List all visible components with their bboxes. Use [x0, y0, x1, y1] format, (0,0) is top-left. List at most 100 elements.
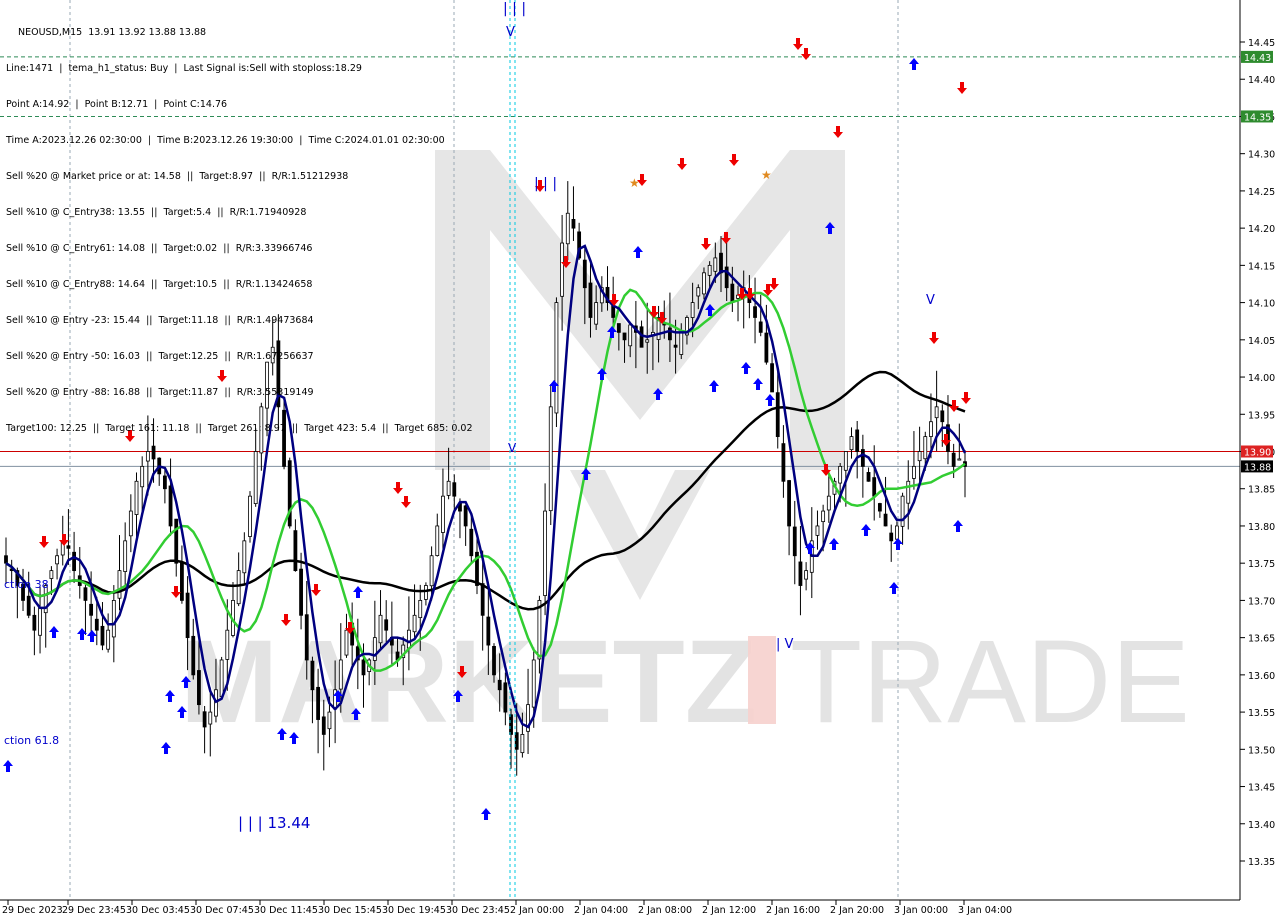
price-tick-label: 14.05 — [1248, 336, 1275, 347]
wave-mark-top: | | | — [503, 1, 526, 17]
candle-body — [838, 465, 843, 484]
watermark-right-text: TRADE — [790, 616, 1190, 748]
candle-body — [321, 716, 326, 735]
candle-body — [565, 212, 570, 245]
info-line: Point A:14.92 | Point B:12.71 | Point C:… — [6, 99, 228, 110]
candle-body — [225, 629, 230, 660]
candle-body — [843, 451, 848, 471]
candle-body — [906, 480, 911, 504]
time-tick-label: 29 Dec 23:45 — [62, 905, 126, 916]
time-tick-label: 3 Jan 00:00 — [894, 905, 948, 916]
candle-body — [89, 603, 94, 616]
candle-body — [588, 282, 593, 318]
candle-body — [106, 629, 111, 650]
time-tick-label: 2 Jan 08:00 — [638, 905, 692, 916]
candle-body — [872, 477, 877, 497]
candle-body — [770, 363, 774, 393]
candle-body — [117, 570, 122, 599]
candle-body — [128, 510, 133, 537]
candle-body — [713, 257, 718, 272]
candle-body — [548, 406, 553, 512]
candle-body — [934, 406, 939, 419]
candle-body — [775, 392, 780, 438]
candle-body — [316, 686, 321, 720]
time-tick-label: 30 Dec 23:45 — [446, 905, 510, 916]
candle-body — [900, 495, 905, 527]
candle-body — [957, 458, 962, 461]
candle-body — [543, 510, 547, 596]
wave-low-label: | | | 13.44 — [238, 814, 310, 832]
candle-body — [758, 321, 763, 333]
candle-body — [531, 659, 536, 708]
price-tick-label: 13.35 — [1248, 857, 1275, 868]
candle-body — [452, 482, 457, 497]
price-tick-label: 14.45 — [1248, 38, 1275, 49]
candle-body — [912, 465, 916, 479]
candle-body — [406, 629, 411, 649]
price-tick-label: 13.85 — [1248, 485, 1275, 496]
candle-body — [679, 331, 684, 355]
candle-body — [174, 518, 179, 564]
symbol-line: NEOUSD,M15 13.91 13.92 13.88 13.88 — [18, 27, 207, 38]
candle-body — [185, 592, 190, 639]
candle-body — [860, 449, 865, 467]
candle-body — [83, 587, 88, 601]
star-icon: ★ — [629, 176, 640, 190]
candle-body — [299, 568, 303, 616]
candle-body — [219, 659, 224, 698]
level-price-text: 14.35 — [1244, 112, 1271, 123]
candle-body — [821, 510, 826, 523]
candle-body — [628, 324, 633, 347]
candle-body — [486, 616, 491, 646]
time-tick-label: 2 Jan 04:00 — [574, 905, 628, 916]
star-icon: ★ — [761, 168, 772, 182]
last-price-text: 13.88 — [1244, 462, 1271, 473]
info-line: Line:1471 | tema_h1_status: Buy | Last S… — [6, 63, 362, 74]
candle-body — [622, 332, 627, 341]
candle-body — [764, 332, 769, 363]
wave-mark-low-v: | V — [776, 637, 794, 652]
candle-body — [730, 283, 735, 303]
time-tick-label: 30 Dec 03:45 — [126, 905, 190, 916]
price-tick-label: 13.45 — [1248, 783, 1275, 794]
candle-body — [55, 555, 59, 565]
price-tick-label: 13.75 — [1248, 559, 1275, 570]
candle-body — [4, 555, 8, 564]
candle-body — [917, 451, 922, 462]
time-tick-label: 3 Jan 04:00 — [958, 905, 1012, 916]
candle-body — [26, 595, 31, 616]
candle-body — [242, 540, 247, 574]
candle-body — [497, 679, 502, 691]
fib-38-label: ction 38 — [4, 578, 49, 591]
candle-body — [424, 585, 428, 600]
candle-body — [560, 242, 565, 297]
candle-body — [798, 561, 803, 586]
candle-body — [895, 525, 899, 540]
candle-body — [123, 540, 128, 572]
candle-body — [815, 525, 820, 536]
price-tick-label: 14.10 — [1248, 299, 1275, 310]
time-tick-label: 30 Dec 19:45 — [382, 905, 446, 916]
fib-61-label: ction 61.8 — [4, 734, 59, 747]
time-tick-label: 2 Jan 12:00 — [702, 905, 756, 916]
candle-body — [412, 614, 417, 633]
info-line: Sell %10 @ C_Entry38: 13.55 || Target:5.… — [6, 207, 307, 218]
candle-body — [492, 645, 496, 676]
price-tick-label: 13.65 — [1248, 634, 1275, 645]
level-price-text: 14.43 — [1244, 53, 1271, 64]
candle-body — [463, 505, 468, 527]
info-line: Sell %20 @ Market price or at: 14.58 || … — [6, 171, 349, 182]
info-line: Sell %20 @ Entry -50: 16.03 || Target:12… — [6, 351, 314, 362]
time-tick-label: 2 Jan 00:00 — [510, 905, 564, 916]
candle-body — [571, 219, 576, 229]
wave-mark-right-v: V — [926, 293, 935, 308]
candle-body — [929, 421, 933, 437]
candle-body — [951, 452, 956, 467]
candle-body — [446, 480, 451, 496]
info-line: Sell %10 @ C_Entry61: 14.08 || Target:0.… — [6, 243, 313, 254]
price-tick-label: 13.50 — [1248, 745, 1275, 756]
candle-body — [248, 495, 252, 537]
candle-body — [787, 480, 791, 527]
time-tick-label: 30 Dec 07:45 — [190, 905, 254, 916]
candle-body — [826, 495, 831, 511]
